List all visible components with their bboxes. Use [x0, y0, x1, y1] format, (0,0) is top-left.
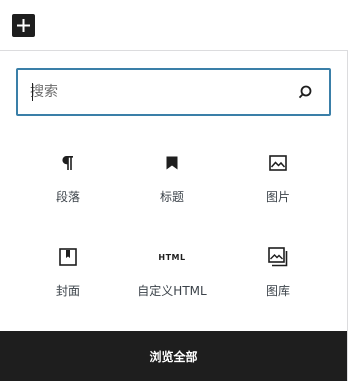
block-item-label: 图片 — [265, 190, 290, 204]
browse-all-button[interactable]: 浏览全部 — [0, 331, 347, 381]
block-item-label: 封面 — [55, 284, 80, 298]
image-icon — [266, 151, 290, 175]
block-item-paragraph[interactable]: 段落 — [20, 151, 116, 223]
block-item-label: 标题 — [159, 190, 184, 204]
html-icon: HTML — [158, 245, 186, 269]
block-item-image[interactable]: 图片 — [230, 151, 326, 223]
block-item-cover[interactable]: 封面 — [20, 245, 116, 317]
block-inserter-popover: 段落 标题 图片 封面 HTML 自定义 — [0, 50, 348, 381]
editor-top-toolbar — [0, 0, 351, 50]
block-item-custom-html[interactable]: HTML 自定义HTML — [124, 245, 220, 317]
block-item-label: 段落 — [55, 190, 80, 204]
browse-all-label: 浏览全部 — [149, 349, 198, 364]
plus-icon — [17, 19, 30, 32]
block-item-label: 自定义HTML — [137, 284, 207, 298]
html-glyph-text: HTML — [158, 252, 186, 262]
block-search-field[interactable] — [16, 68, 331, 116]
text-caret — [32, 83, 33, 101]
gallery-icon — [266, 245, 290, 269]
search-icon[interactable] — [295, 82, 315, 102]
block-item-heading[interactable]: 标题 — [124, 151, 220, 223]
bookmark-heading-icon — [160, 151, 184, 175]
paragraph-icon — [56, 151, 80, 175]
block-inserter-toggle-button[interactable] — [12, 14, 35, 37]
cover-icon — [56, 245, 80, 269]
search-input[interactable] — [30, 70, 280, 114]
block-item-label: 图库 — [265, 284, 290, 298]
block-item-gallery[interactable]: 图库 — [230, 245, 326, 317]
